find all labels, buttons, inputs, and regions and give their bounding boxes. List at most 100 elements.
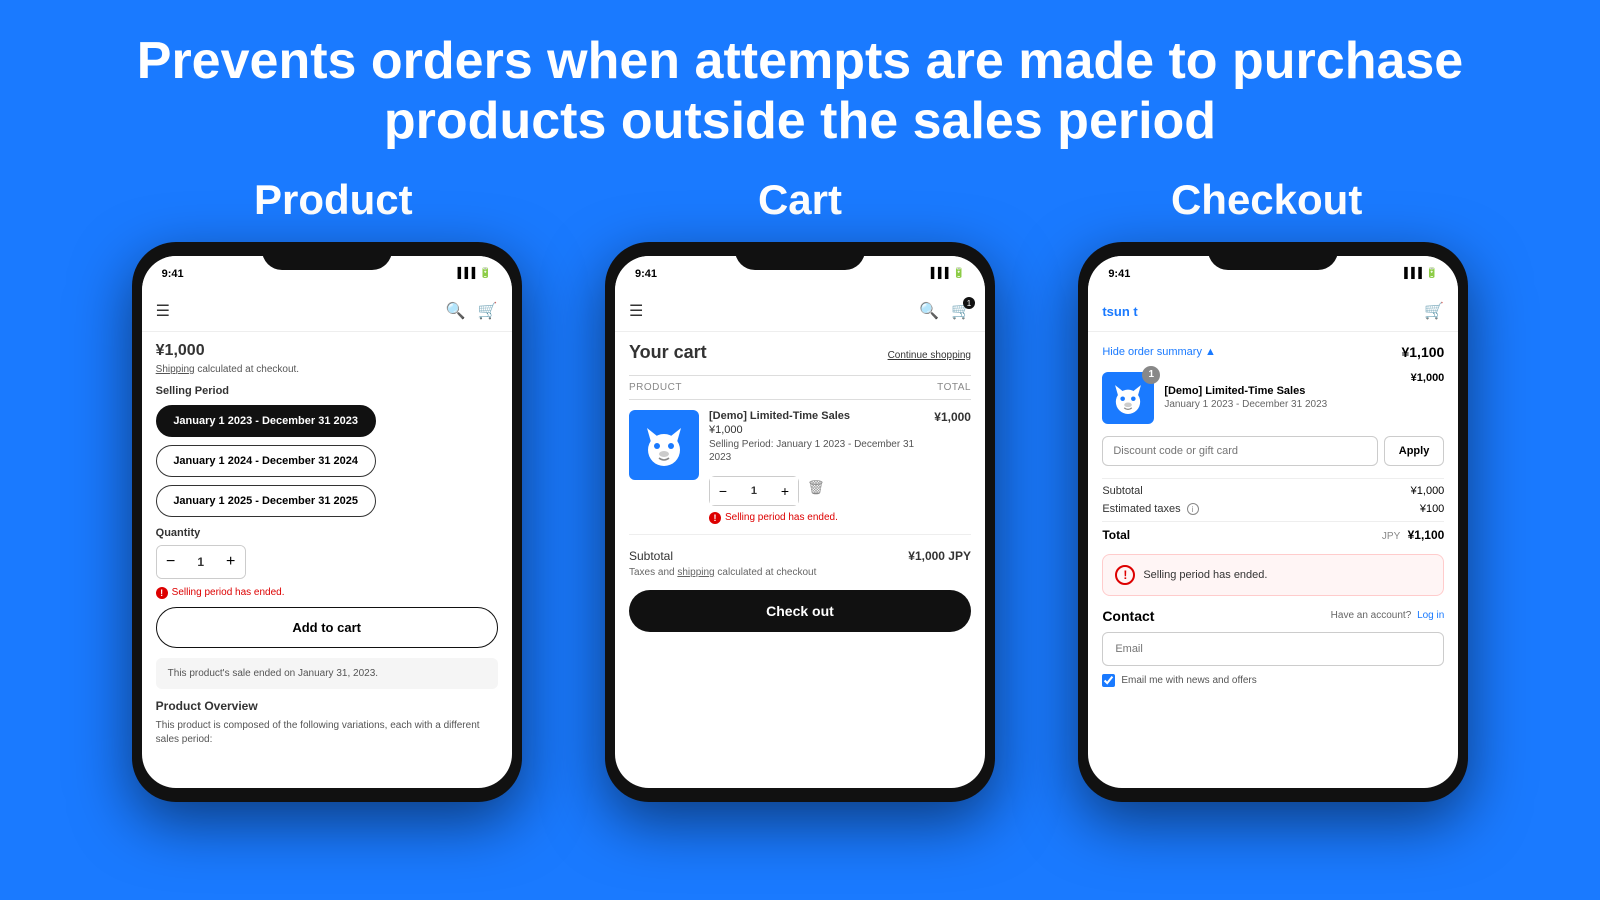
period-btn-2023[interactable]: January 1 2023 - December 31 2023 bbox=[156, 405, 376, 437]
login-link[interactable]: Log in bbox=[1417, 610, 1444, 621]
checkout-body: Hide order summary ▲ ¥1,100 1 bbox=[1088, 332, 1458, 699]
qty-plus-btn[interactable]: + bbox=[217, 546, 245, 578]
contact-login: Have an account? Log in bbox=[1331, 610, 1445, 621]
signal-icon: ▐▐▐ bbox=[454, 268, 475, 279]
product-overview-title: Product Overview bbox=[156, 699, 498, 713]
product-error-text: Selling period has ended. bbox=[172, 587, 285, 598]
hero-section: Prevents orders when attempts are made t… bbox=[100, 0, 1500, 152]
status-icons-2: ▐▐▐ 🔋 bbox=[927, 268, 965, 279]
cart-badge: 1 bbox=[963, 297, 975, 309]
cart-error-dot: ! bbox=[709, 512, 721, 524]
sale-ended-box: This product's sale ended on January 31,… bbox=[156, 658, 498, 689]
status-time-3: 9:41 bbox=[1108, 268, 1130, 280]
product-overview-text: This product is composed of the followin… bbox=[156, 719, 498, 747]
phone-notch-3 bbox=[1208, 242, 1338, 270]
email-input[interactable] bbox=[1102, 632, 1444, 666]
cart-shipping-link[interactable]: shipping bbox=[677, 567, 714, 578]
cart-delete-icon[interactable]: 🗑 bbox=[807, 479, 825, 496]
cart-qty-minus[interactable]: − bbox=[710, 477, 736, 505]
section-labels: Product Cart Checkout bbox=[100, 176, 1500, 224]
product-error: ! Selling period has ended. bbox=[156, 587, 498, 599]
discount-row: Apply bbox=[1102, 436, 1444, 466]
checkout-item-variant: January 1 2023 - December 31 2023 bbox=[1164, 399, 1400, 410]
quantity-label: Quantity bbox=[156, 527, 498, 539]
cart-qty-row: − 1 + 🗑 bbox=[709, 470, 924, 506]
hamburger-icon[interactable]: ☰ bbox=[156, 301, 170, 321]
cart-item-info: [Demo] Limited-Time Sales ¥1,000 Selling… bbox=[709, 410, 924, 524]
add-to-cart-button[interactable]: Add to cart bbox=[156, 607, 498, 648]
newsletter-row: Email me with news and offers bbox=[1102, 674, 1444, 687]
continue-shopping-link[interactable]: Continue shopping bbox=[888, 350, 971, 361]
product-screen: 9:41 ▐▐▐ 🔋 ☰ 🔍 🛒 ¥1,000 Shipping calcula… bbox=[142, 256, 512, 788]
checkout-order-item: 1 [Demo] Limited-Time Sales bbox=[1102, 372, 1444, 424]
discount-apply-button[interactable]: Apply bbox=[1384, 436, 1445, 466]
cart-item-image bbox=[629, 410, 699, 480]
cart-item-total: ¥1,000 bbox=[934, 410, 971, 424]
error-dot-icon: ! bbox=[156, 587, 168, 599]
cart-phone: 9:41 ▐▐▐ 🔋 ☰ 🔍 🛒 1 bbox=[605, 242, 995, 802]
checkout-item-name: [Demo] Limited-Time Sales bbox=[1164, 385, 1400, 397]
checkout-screen: 9:41 ▐▐▐ 🔋 tsun t 🛒 Hide order summary ▲ bbox=[1088, 256, 1458, 788]
cart-taxes-text: Taxes and shipping calculated at checkou… bbox=[629, 567, 971, 578]
discount-input[interactable] bbox=[1102, 436, 1377, 466]
phones-row: 9:41 ▐▐▐ 🔋 ☰ 🔍 🛒 ¥1,000 Shipping calcula… bbox=[100, 242, 1500, 802]
col-product: PRODUCT bbox=[629, 382, 682, 393]
contact-header: Contact Have an account? Log in bbox=[1102, 608, 1444, 624]
phone-notch-1 bbox=[262, 242, 392, 270]
cart-header: Your cart Continue shopping bbox=[629, 342, 971, 363]
order-summary-total: ¥1,100 bbox=[1401, 344, 1444, 360]
wifi-icon-2: 🔋 bbox=[953, 268, 965, 279]
cart-item-error: ! Selling period has ended. bbox=[709, 512, 924, 524]
checkout-divider-1 bbox=[1102, 478, 1444, 479]
contact-title: Contact bbox=[1102, 608, 1154, 624]
checkout-phone: 9:41 ▐▐▐ 🔋 tsun t 🛒 Hide order summary ▲ bbox=[1078, 242, 1468, 802]
cart-item-price: ¥1,000 bbox=[709, 424, 924, 436]
cart-divider bbox=[629, 534, 971, 535]
cart-qty-plus[interactable]: + bbox=[772, 477, 798, 505]
shipping-link[interactable]: Shipping bbox=[156, 364, 195, 375]
checkout-button[interactable]: Check out bbox=[629, 590, 971, 632]
nav-right-icons: 🔍 🛒 bbox=[446, 301, 498, 321]
newsletter-checkbox[interactable] bbox=[1102, 674, 1115, 687]
cart-item-name: [Demo] Limited-Time Sales bbox=[709, 410, 924, 422]
wifi-icon: 🔋 bbox=[479, 268, 491, 279]
qty-minus-btn[interactable]: − bbox=[157, 546, 185, 578]
status-time-2: 9:41 bbox=[635, 268, 657, 280]
order-summary-toggle[interactable]: Hide order summary ▲ ¥1,100 bbox=[1102, 344, 1444, 360]
checkout-item-price: ¥1,000 bbox=[1411, 372, 1445, 384]
cart-subtotal-label: Subtotal bbox=[629, 549, 673, 563]
product-content: ¥1,000 Shipping calculated at checkout. … bbox=[142, 332, 512, 757]
checkout-error-icon: ! bbox=[1115, 565, 1135, 585]
taxes-line: Estimated taxes i ¥100 bbox=[1102, 503, 1444, 515]
newsletter-label: Email me with news and offers bbox=[1121, 675, 1256, 686]
search-icon[interactable]: 🔍 bbox=[446, 301, 466, 321]
period-btn-2025[interactable]: January 1 2025 - December 31 2025 bbox=[156, 485, 376, 517]
product-shipping: Shipping calculated at checkout. bbox=[156, 364, 498, 375]
cart-qty-control: − 1 + bbox=[709, 476, 799, 506]
cart-icon[interactable]: 🛒 bbox=[478, 301, 498, 321]
order-summary-label: Hide order summary ▲ bbox=[1102, 346, 1216, 358]
cart-content: Your cart Continue shopping PRODUCT TOTA… bbox=[615, 332, 985, 642]
cart-search-icon[interactable]: 🔍 bbox=[919, 301, 939, 321]
cart-nav-bar: ☰ 🔍 🛒 1 bbox=[615, 292, 985, 332]
checkout-section-label: Checkout bbox=[1036, 176, 1498, 224]
checkout-item-info: [Demo] Limited-Time Sales January 1 2023… bbox=[1164, 385, 1400, 410]
cart-cart-icon[interactable]: 🛒 1 bbox=[951, 301, 971, 321]
product-price: ¥1,000 bbox=[156, 342, 498, 360]
taxes-info-icon: i bbox=[1187, 503, 1199, 515]
checkout-store-name: tsun t bbox=[1102, 304, 1137, 319]
checkout-nav: tsun t 🛒 bbox=[1088, 292, 1458, 332]
signal-icon-3: ▐▐▐ bbox=[1401, 268, 1422, 279]
checkout-error-text: Selling period has ended. bbox=[1143, 569, 1267, 581]
cart-hamburger-icon[interactable]: ☰ bbox=[629, 301, 643, 321]
cart-subtotal-value: ¥1,000 JPY bbox=[908, 549, 971, 563]
status-time-1: 9:41 bbox=[162, 268, 184, 280]
checkout-cart-icon[interactable]: 🛒 bbox=[1424, 301, 1444, 321]
nav-bar-1: ☰ 🔍 🛒 bbox=[142, 292, 512, 332]
cart-section-label: Cart bbox=[569, 176, 1031, 224]
subtotal-line: Subtotal ¥1,000 bbox=[1102, 485, 1444, 497]
selling-period-label: Selling Period bbox=[156, 385, 498, 397]
period-btn-2024[interactable]: January 1 2024 - December 31 2024 bbox=[156, 445, 376, 477]
hero-title: Prevents orders when attempts are made t… bbox=[100, 32, 1500, 152]
qty-value: 1 bbox=[185, 555, 217, 569]
